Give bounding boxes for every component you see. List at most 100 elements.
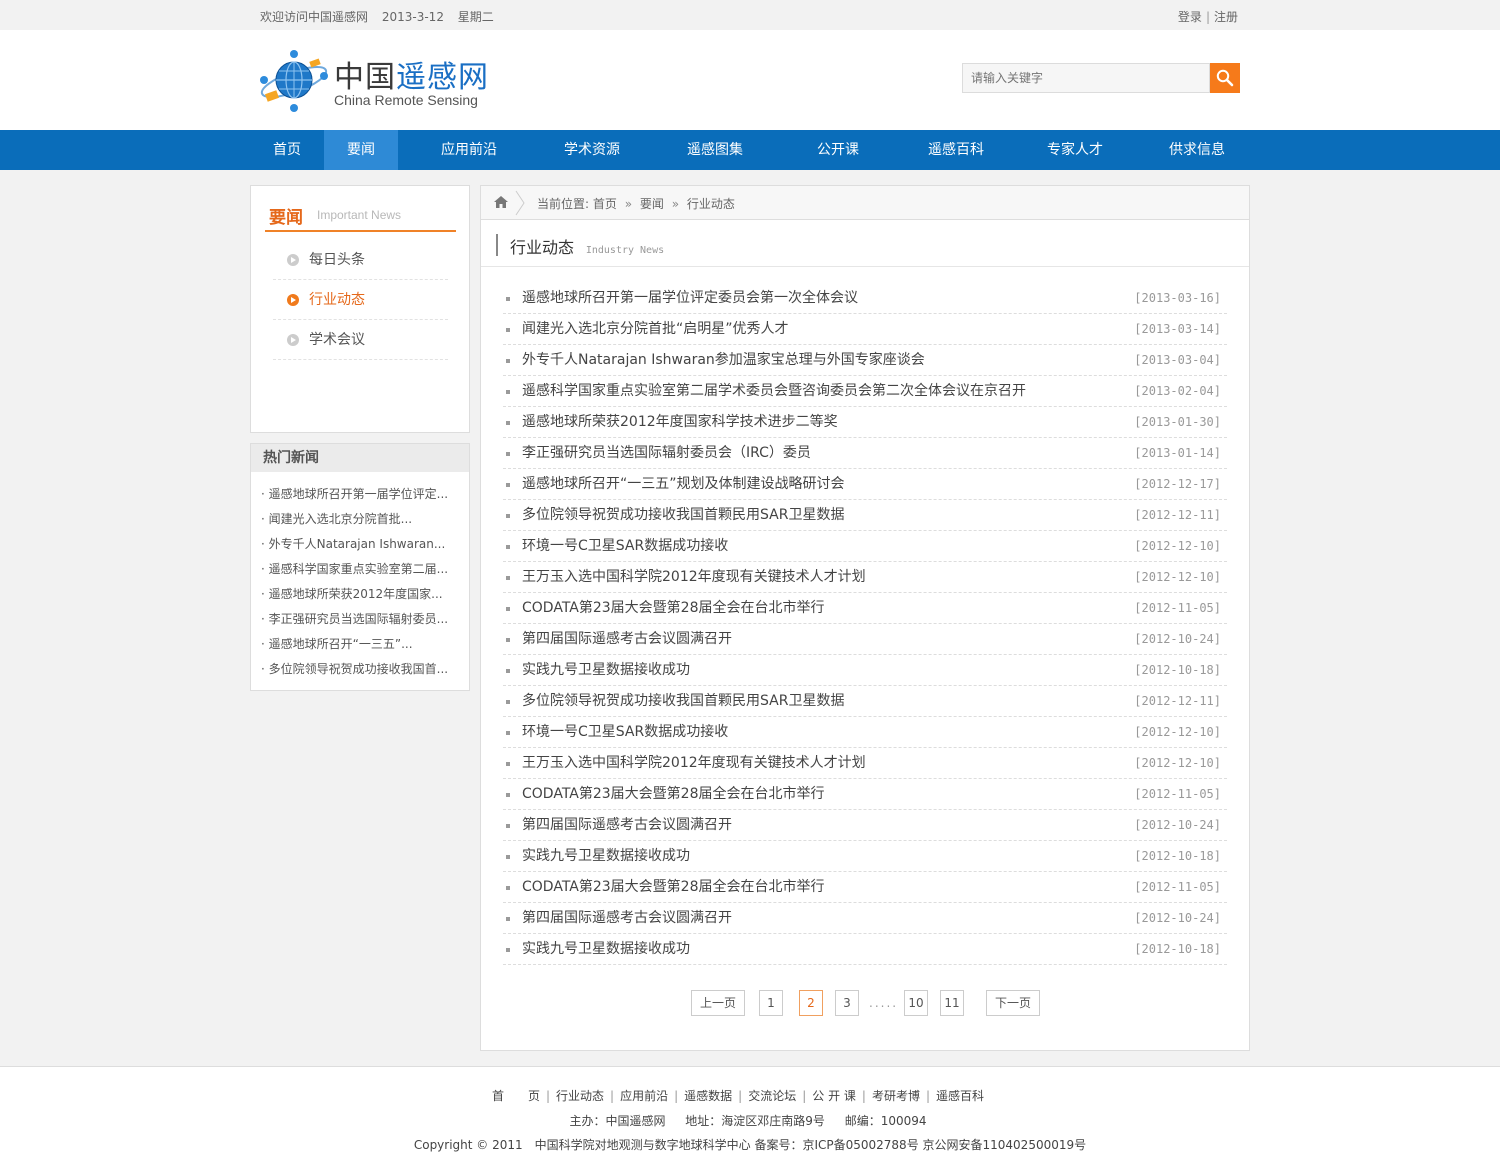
breadcrumb-home[interactable]: 首页	[593, 197, 617, 211]
footer-link[interactable]: 首 页	[492, 1089, 540, 1103]
hot-news-item[interactable]: · 遥感地球所召开第一届学位评定...	[261, 482, 469, 507]
nav-item[interactable]: 遥感图集	[644, 130, 786, 170]
news-item[interactable]: 多位院领导祝贺成功接收我国首颗民用SAR卫星数据 [2012-12-11]	[503, 686, 1227, 717]
news-item[interactable]: 王万玉入选中国科学院2012年度现有关键技术人才计划 [2012-12-10]	[503, 562, 1227, 593]
news-item[interactable]: CODATA第23届大会暨第28届全会在台北市举行 [2012-11-05]	[503, 872, 1227, 903]
news-item[interactable]: 环境一号C卫星SAR数据成功接收 [2012-12-10]	[503, 531, 1227, 562]
nav-item[interactable]: 应用前沿	[398, 130, 540, 170]
sidebar-item[interactable]: 学术会议	[273, 320, 448, 360]
news-item[interactable]: 实践九号卫星数据接收成功 [2012-10-18]	[503, 655, 1227, 686]
news-item[interactable]: 第四届国际遥感考古会议圆满召开 [2012-10-24]	[503, 903, 1227, 934]
main-panel: 当前位置: 首页 » 要闻 » 行业动态 行业动态 Industry News …	[480, 185, 1250, 1051]
news-title[interactable]: 李正强研究员当选国际辐射委员会（IRC）委员	[522, 445, 811, 461]
news-item[interactable]: 第四届国际遥感考古会议圆满召开 [2012-10-24]	[503, 624, 1227, 655]
nav-item[interactable]: 遥感百科	[890, 130, 1022, 170]
news-item[interactable]: 多位院领导祝贺成功接收我国首颗民用SAR卫星数据 [2012-12-11]	[503, 500, 1227, 531]
nav-item[interactable]: 供求信息	[1128, 130, 1266, 170]
page-2-button[interactable]: 2	[799, 990, 823, 1016]
register-link[interactable]: 注册	[1214, 10, 1238, 24]
hot-news-item[interactable]: · 遥感地球所荣获2012年度国家...	[261, 582, 469, 607]
footer-link[interactable]: 公 开 课	[812, 1089, 856, 1103]
account-links: 登录 | 注册	[1178, 8, 1238, 25]
hot-news-item[interactable]: · 外专千人Natarajan Ishwaran...	[261, 532, 469, 557]
footer-link[interactable]: 遥感数据	[684, 1089, 732, 1103]
news-title[interactable]: 王万玉入选中国科学院2012年度现有关键技术人才计划	[522, 569, 866, 585]
search-input[interactable]	[962, 63, 1210, 93]
news-title[interactable]: 遥感地球所荣获2012年度国家科学技术进步二等奖	[522, 414, 838, 430]
news-title[interactable]: 第四届国际遥感考古会议圆满召开	[522, 910, 732, 926]
footer-link[interactable]: 交流论坛	[748, 1089, 796, 1103]
news-item[interactable]: 环境一号C卫星SAR数据成功接收 [2012-12-10]	[503, 717, 1227, 748]
page-1-button[interactable]: 1	[759, 990, 783, 1016]
news-list: 遥感地球所召开第一届学位评定委员会第一次全体会议 [2013-03-16] 闻建光入…	[503, 283, 1227, 965]
news-title[interactable]: 闻建光入选北京分院首批“启明星”优秀人才	[522, 321, 789, 337]
nav-item[interactable]: 专家人才	[1022, 130, 1128, 170]
news-date: [2012-11-05]	[1134, 601, 1221, 615]
news-title[interactable]: 环境一号C卫星SAR数据成功接收	[522, 724, 728, 740]
news-item[interactable]: CODATA第23届大会暨第28届全会在台北市举行 [2012-11-05]	[503, 779, 1227, 810]
footer-link[interactable]: 应用前沿	[620, 1089, 668, 1103]
hot-news-item[interactable]: · 闻建光入选北京分院首批...	[261, 507, 469, 532]
hot-news-item[interactable]: · 遥感地球所召开“一三五”...	[261, 632, 469, 657]
news-item[interactable]: 李正强研究员当选国际辐射委员会（IRC）委员 [2013-01-14]	[503, 438, 1227, 469]
news-title[interactable]: 实践九号卫星数据接收成功	[522, 662, 690, 678]
news-title[interactable]: CODATA第23届大会暨第28届全会在台北市举行	[522, 879, 825, 895]
nav-item[interactable]: 公开课	[786, 130, 890, 170]
news-item[interactable]: 第四届国际遥感考古会议圆满召开 [2012-10-24]	[503, 810, 1227, 841]
news-title[interactable]: 遥感科学国家重点实验室第二届学术委员会暨咨询委员会第二次全体会议在京召开	[522, 383, 1026, 399]
news-item[interactable]: 遥感地球所召开“一三五”规划及体制建设战略研讨会 [2012-12-17]	[503, 469, 1227, 500]
divider: |	[802, 1089, 807, 1103]
section-title-cn: 行业动态	[510, 238, 575, 257]
news-item[interactable]: 实践九号卫星数据接收成功 [2012-10-18]	[503, 934, 1227, 965]
nav-list: 首页 要闻 应用前沿 学术资源 遥感图集 公开课 遥感百科 专家人才 供求信息	[250, 130, 1266, 170]
news-title[interactable]: 实践九号卫星数据接收成功	[522, 848, 690, 864]
home-icon[interactable]	[493, 195, 509, 209]
news-title[interactable]: 王万玉入选中国科学院2012年度现有关键技术人才计划	[522, 755, 866, 771]
page-11-button[interactable]: 11	[940, 990, 964, 1016]
news-item[interactable]: 外专千人Natarajan Ishwaran参加温家宝总理与外国专家座谈会 [20…	[503, 345, 1227, 376]
sidebar-item[interactable]: 行业动态	[273, 280, 448, 320]
site-logo[interactable]: 中国遥感网 China Remote Sensing	[258, 46, 498, 116]
prev-page-button[interactable]: 上一页	[691, 990, 745, 1016]
search-button[interactable]	[1210, 63, 1240, 93]
news-title[interactable]: 遥感地球所召开第一届学位评定委员会第一次全体会议	[522, 290, 858, 306]
nav-item[interactable]: 首页	[250, 130, 324, 170]
current-weekday: 星期二	[457, 10, 494, 24]
news-title[interactable]: 多位院领导祝贺成功接收我国首颗民用SAR卫星数据	[522, 507, 844, 523]
footer-link[interactable]: 行业动态	[556, 1089, 604, 1103]
footer-info: 主办：中国遥感网 地址：海淀区邓庄南路9号 邮编：100094	[0, 1112, 1496, 1129]
news-title[interactable]: 实践九号卫星数据接收成功	[522, 941, 690, 957]
page-10-button[interactable]: 10	[904, 990, 928, 1016]
news-title[interactable]: CODATA第23届大会暨第28届全会在台北市举行	[522, 786, 825, 802]
news-item[interactable]: 闻建光入选北京分院首批“启明星”优秀人才 [2013-03-14]	[503, 314, 1227, 345]
sidebar-item[interactable]: 每日头条	[273, 240, 448, 280]
news-date: [2012-12-17]	[1134, 477, 1221, 491]
main-nav: 首页 要闻 应用前沿 学术资源 遥感图集 公开课 遥感百科 专家人才 供求信息	[0, 130, 1500, 170]
news-title[interactable]: 环境一号C卫星SAR数据成功接收	[522, 538, 728, 554]
footer-link[interactable]: 考研考博	[872, 1089, 920, 1103]
news-title[interactable]: CODATA第23届大会暨第28届全会在台北市举行	[522, 600, 825, 616]
news-title[interactable]: 外专千人Natarajan Ishwaran参加温家宝总理与外国专家座谈会	[522, 352, 925, 368]
hot-news-item[interactable]: · 多位院领导祝贺成功接收我国首...	[261, 657, 469, 682]
nav-item[interactable]: 要闻	[324, 130, 398, 170]
login-link[interactable]: 登录	[1178, 10, 1202, 24]
breadcrumb-level1[interactable]: 要闻	[640, 197, 664, 211]
news-item[interactable]: 实践九号卫星数据接收成功 [2012-10-18]	[503, 841, 1227, 872]
page-3-button[interactable]: 3	[835, 990, 859, 1016]
top-bar: 欢迎访问中国遥感网 2013-3-12 星期二 登录 | 注册	[0, 0, 1500, 30]
news-title[interactable]: 遥感地球所召开“一三五”规划及体制建设战略研讨会	[522, 476, 845, 492]
sidebar-item-label: 每日头条	[309, 252, 365, 268]
hot-news-item[interactable]: · 李正强研究员当选国际辐射委员...	[261, 607, 469, 632]
hot-news-item[interactable]: · 遥感科学国家重点实验室第二届...	[261, 557, 469, 582]
news-item[interactable]: 遥感地球所荣获2012年度国家科学技术进步二等奖 [2013-01-30]	[503, 407, 1227, 438]
news-item[interactable]: CODATA第23届大会暨第28届全会在台北市举行 [2012-11-05]	[503, 593, 1227, 624]
news-item[interactable]: 遥感地球所召开第一届学位评定委员会第一次全体会议 [2013-03-16]	[503, 283, 1227, 314]
news-item[interactable]: 王万玉入选中国科学院2012年度现有关键技术人才计划 [2012-12-10]	[503, 748, 1227, 779]
news-title[interactable]: 第四届国际遥感考古会议圆满召开	[522, 631, 732, 647]
news-title[interactable]: 多位院领导祝贺成功接收我国首颗民用SAR卫星数据	[522, 693, 844, 709]
footer-link[interactable]: 遥感百科	[936, 1089, 984, 1103]
nav-item[interactable]: 学术资源	[540, 130, 644, 170]
next-page-button[interactable]: 下一页	[986, 990, 1040, 1016]
news-title[interactable]: 第四届国际遥感考古会议圆满召开	[522, 817, 732, 833]
news-item[interactable]: 遥感科学国家重点实验室第二届学术委员会暨咨询委员会第二次全体会议在京召开 [201…	[503, 376, 1227, 407]
